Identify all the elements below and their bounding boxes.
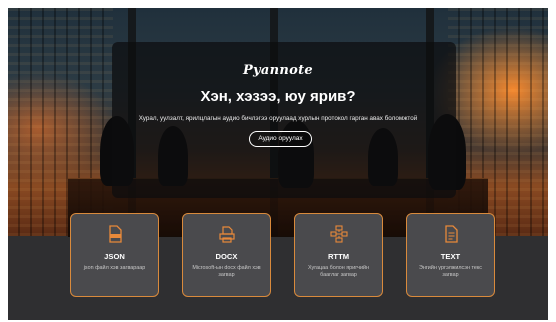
diagram-icon (295, 225, 382, 243)
format-card-docx[interactable]: DOCX Microsoft-ын docx файл хэв загвар (182, 213, 271, 297)
text-file-icon (407, 225, 494, 243)
format-card-rttm[interactable]: RTTM Хугацаа болон яригчийн бааглаг загв… (294, 213, 383, 297)
format-label: RTTM (327, 252, 350, 261)
format-description: Хугацаа болон яригчийн бааглаг загвар (308, 265, 369, 278)
format-card-text[interactable]: TEXT Энгийн үргэлжилсэн текс загвар (406, 213, 495, 297)
format-description: Microsoft-ын docx файл хэв загвар (192, 265, 261, 278)
hero-description: Хурал, уулзалт, ярилцлагын аудио бичлэгэ… (138, 115, 418, 122)
json-file-icon (71, 225, 158, 243)
printer-icon (183, 225, 270, 243)
format-card-json[interactable]: JSON json файл хэв загвараар (70, 213, 159, 297)
format-label: TEXT (440, 252, 461, 261)
brand-logo: Pyannote (242, 63, 313, 78)
format-label: DOCX (215, 252, 238, 261)
page-title: Хэн, хэзээ, юу ярив? (200, 88, 356, 105)
format-description: json файл хэв загвараар (83, 265, 146, 271)
upload-audio-button[interactable]: Аудио оруулах (249, 131, 312, 147)
format-description: Энгийн үргэлжилсэн текс загвар (418, 265, 483, 278)
format-label: JSON (104, 252, 125, 261)
